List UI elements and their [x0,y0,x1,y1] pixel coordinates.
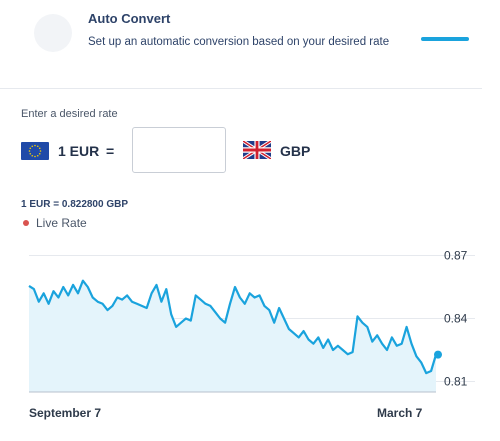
x-tick-label: September 7 [29,406,101,420]
divider [0,88,482,89]
auto-convert-title: Auto Convert [88,11,171,26]
y-tick-label: 0.84 [444,312,468,326]
rate-history-chart: 0.87 0.84 0.81 September 7 March 7 [28,249,475,420]
y-tick-label: 0.87 [444,249,468,263]
live-rate-label: Live Rate [36,216,87,230]
auto-convert-description: Set up an automatic conversion based on … [88,36,390,48]
x-tick-label: March 7 [377,406,423,420]
equals-sign: = [106,143,115,159]
live-dot-icon [23,220,29,226]
auto-convert-toggle[interactable] [421,37,469,41]
current-rate-text: 1 EUR = 0.822800 GBP [21,199,129,210]
auto-convert-row[interactable]: Auto Convert Set up an automatic convers… [0,0,500,85]
last-value-marker [434,350,442,359]
auto-convert-icon [34,14,72,52]
to-currency-label: GBP [280,143,311,159]
desired-rate-label: Enter a desired rate [21,108,118,120]
y-tick-label: 0.81 [444,375,468,389]
desired-rate-input[interactable] [132,127,226,173]
eu-flag-icon [21,142,49,160]
from-currency-label: 1 EUR [58,143,100,159]
uk-flag-icon [243,141,271,159]
